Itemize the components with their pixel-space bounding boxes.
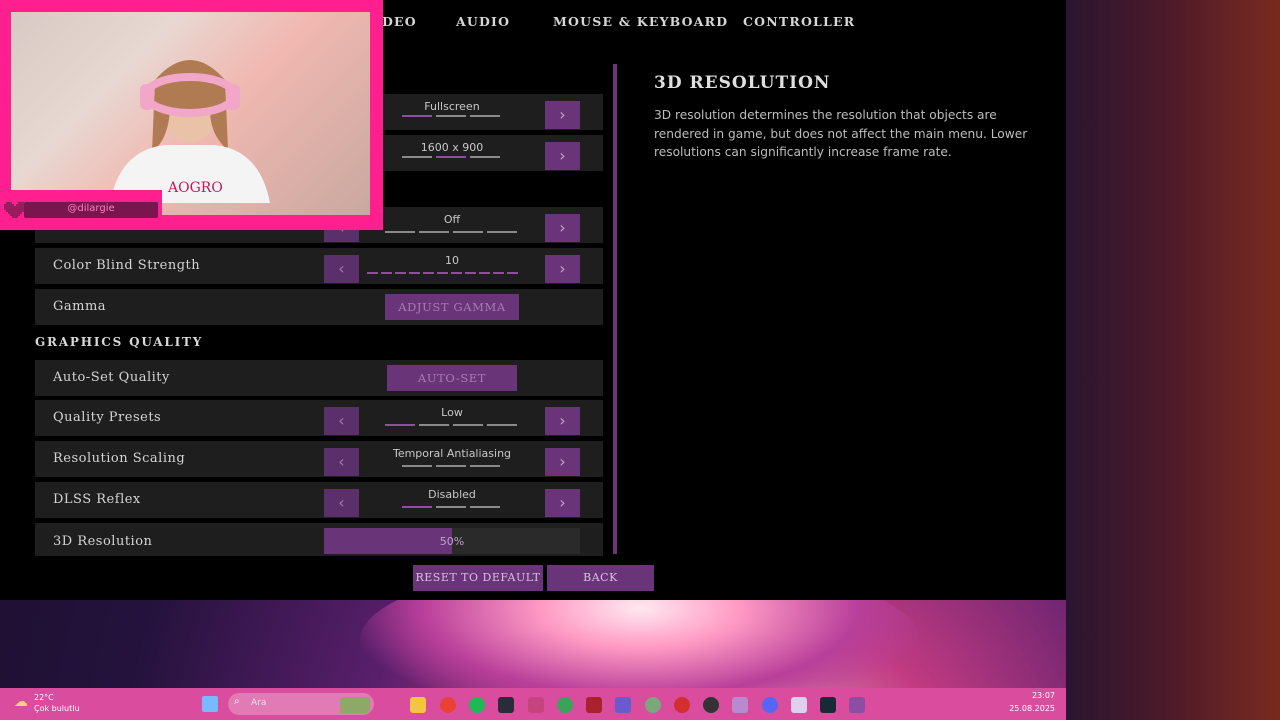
3d-resolution-value: 50% xyxy=(439,535,465,548)
quality-presets-prev-button[interactable]: ‹ xyxy=(324,407,359,435)
description-title: 3D RESOLUTION xyxy=(654,73,831,93)
back-button[interactable]: BACK xyxy=(547,565,654,591)
tab-controller[interactable]: CONTROLLER xyxy=(743,14,855,29)
setting-row-dlss-reflex: DLSS Reflex ‹ Disabled › xyxy=(35,482,603,518)
webcam-overlay: AOGRO @dilargie xyxy=(0,0,383,230)
taskbar-search-placeholder: Ara xyxy=(251,698,267,708)
xbox-icon[interactable] xyxy=(557,697,573,713)
setting-row-3d-resolution: 3D Resolution 50% xyxy=(35,523,603,556)
webcam-handle: @dilargie xyxy=(67,203,115,214)
reset-to-default-button[interactable]: RESET TO DEFAULT xyxy=(413,565,543,591)
game-launcher-icon[interactable] xyxy=(586,697,602,713)
dlss-reflex-prev-button[interactable]: ‹ xyxy=(324,489,359,517)
chrome-icon[interactable] xyxy=(440,697,456,713)
steam-icon[interactable] xyxy=(820,697,836,713)
resolution-scaling-prev-button[interactable]: ‹ xyxy=(324,448,359,476)
svg-text:AOGRO: AOGRO xyxy=(167,180,223,196)
auto-set-quality-label: Auto-Set Quality xyxy=(53,370,170,385)
setting-row-auto-set-quality: Auto-Set Quality AUTO-SET xyxy=(35,360,603,396)
resolution-scaling-value: Temporal Antialiasing xyxy=(392,447,512,460)
resolution-scaling-steps xyxy=(402,465,500,467)
resolution-scaling-label: Resolution Scaling xyxy=(53,451,186,466)
file-explorer-icon[interactable] xyxy=(410,697,426,713)
setting-row-quality-presets: Quality Presets ‹ Low › xyxy=(35,400,603,436)
weather-temperature: 22°C xyxy=(34,693,54,702)
description-text: 3D resolution determines the resolution … xyxy=(654,108,1028,159)
search-icon: ⌕ xyxy=(234,696,240,707)
auto-set-button[interactable]: AUTO-SET xyxy=(387,365,517,391)
3d-resolution-label: 3D Resolution xyxy=(53,534,153,549)
app-icon-1[interactable] xyxy=(528,697,544,713)
app-icon-5[interactable] xyxy=(849,697,865,713)
dlss-reflex-value: Disabled xyxy=(428,488,476,501)
record-icon[interactable] xyxy=(674,697,690,713)
quality-presets-label: Quality Presets xyxy=(53,410,162,425)
app-icon-2[interactable] xyxy=(615,697,631,713)
app-icon-4[interactable] xyxy=(732,697,748,713)
weather-cloud-icon[interactable]: ☁ xyxy=(14,694,28,710)
quality-presets-next-button[interactable]: › xyxy=(545,407,580,435)
setting-row-resolution-scaling: Resolution Scaling ‹ Temporal Antialiasi… xyxy=(35,441,603,477)
weather-condition: Çok bulutlu xyxy=(34,704,80,713)
streamer-figure: AOGRO xyxy=(110,60,270,203)
search-highlight-icon[interactable] xyxy=(340,697,370,713)
desktop-wallpaper-right xyxy=(1066,0,1280,720)
quality-presets-value: Low xyxy=(441,406,463,419)
app-icon-3[interactable] xyxy=(645,697,661,713)
dlss-reflex-label: DLSS Reflex xyxy=(53,492,141,507)
dlss-reflex-steps xyxy=(402,506,500,508)
resolution-scaling-next-button[interactable]: › xyxy=(545,448,580,476)
terminal-icon[interactable] xyxy=(498,697,514,713)
start-windows-icon[interactable] xyxy=(202,696,218,712)
settings-scrollbar[interactable] xyxy=(613,64,617,554)
spotify-icon[interactable] xyxy=(469,697,485,713)
notion-icon[interactable] xyxy=(791,697,807,713)
3d-resolution-slider[interactable]: 50% xyxy=(324,528,580,554)
dlss-reflex-next-button[interactable]: › xyxy=(545,489,580,517)
taskbar-clock: 23:07 xyxy=(1031,691,1055,700)
obs-icon[interactable] xyxy=(703,697,719,713)
quality-presets-steps xyxy=(385,424,517,426)
taskbar-date: 25.08.2025 xyxy=(1009,704,1055,713)
discord-icon[interactable] xyxy=(762,697,778,713)
